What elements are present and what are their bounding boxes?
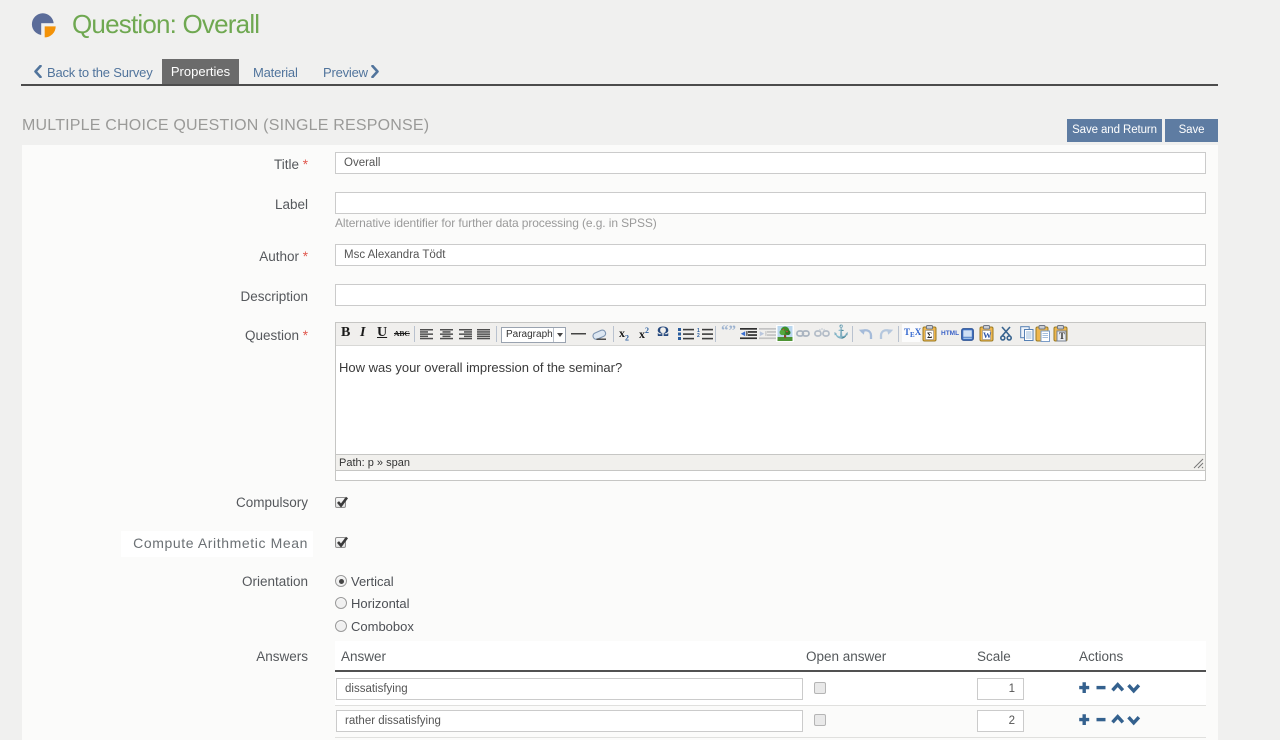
svg-text:Σ: Σ bbox=[927, 331, 932, 340]
svg-text:W: W bbox=[983, 330, 992, 340]
svg-text:2: 2 bbox=[697, 333, 700, 339]
svg-text:T: T bbox=[1059, 331, 1065, 341]
